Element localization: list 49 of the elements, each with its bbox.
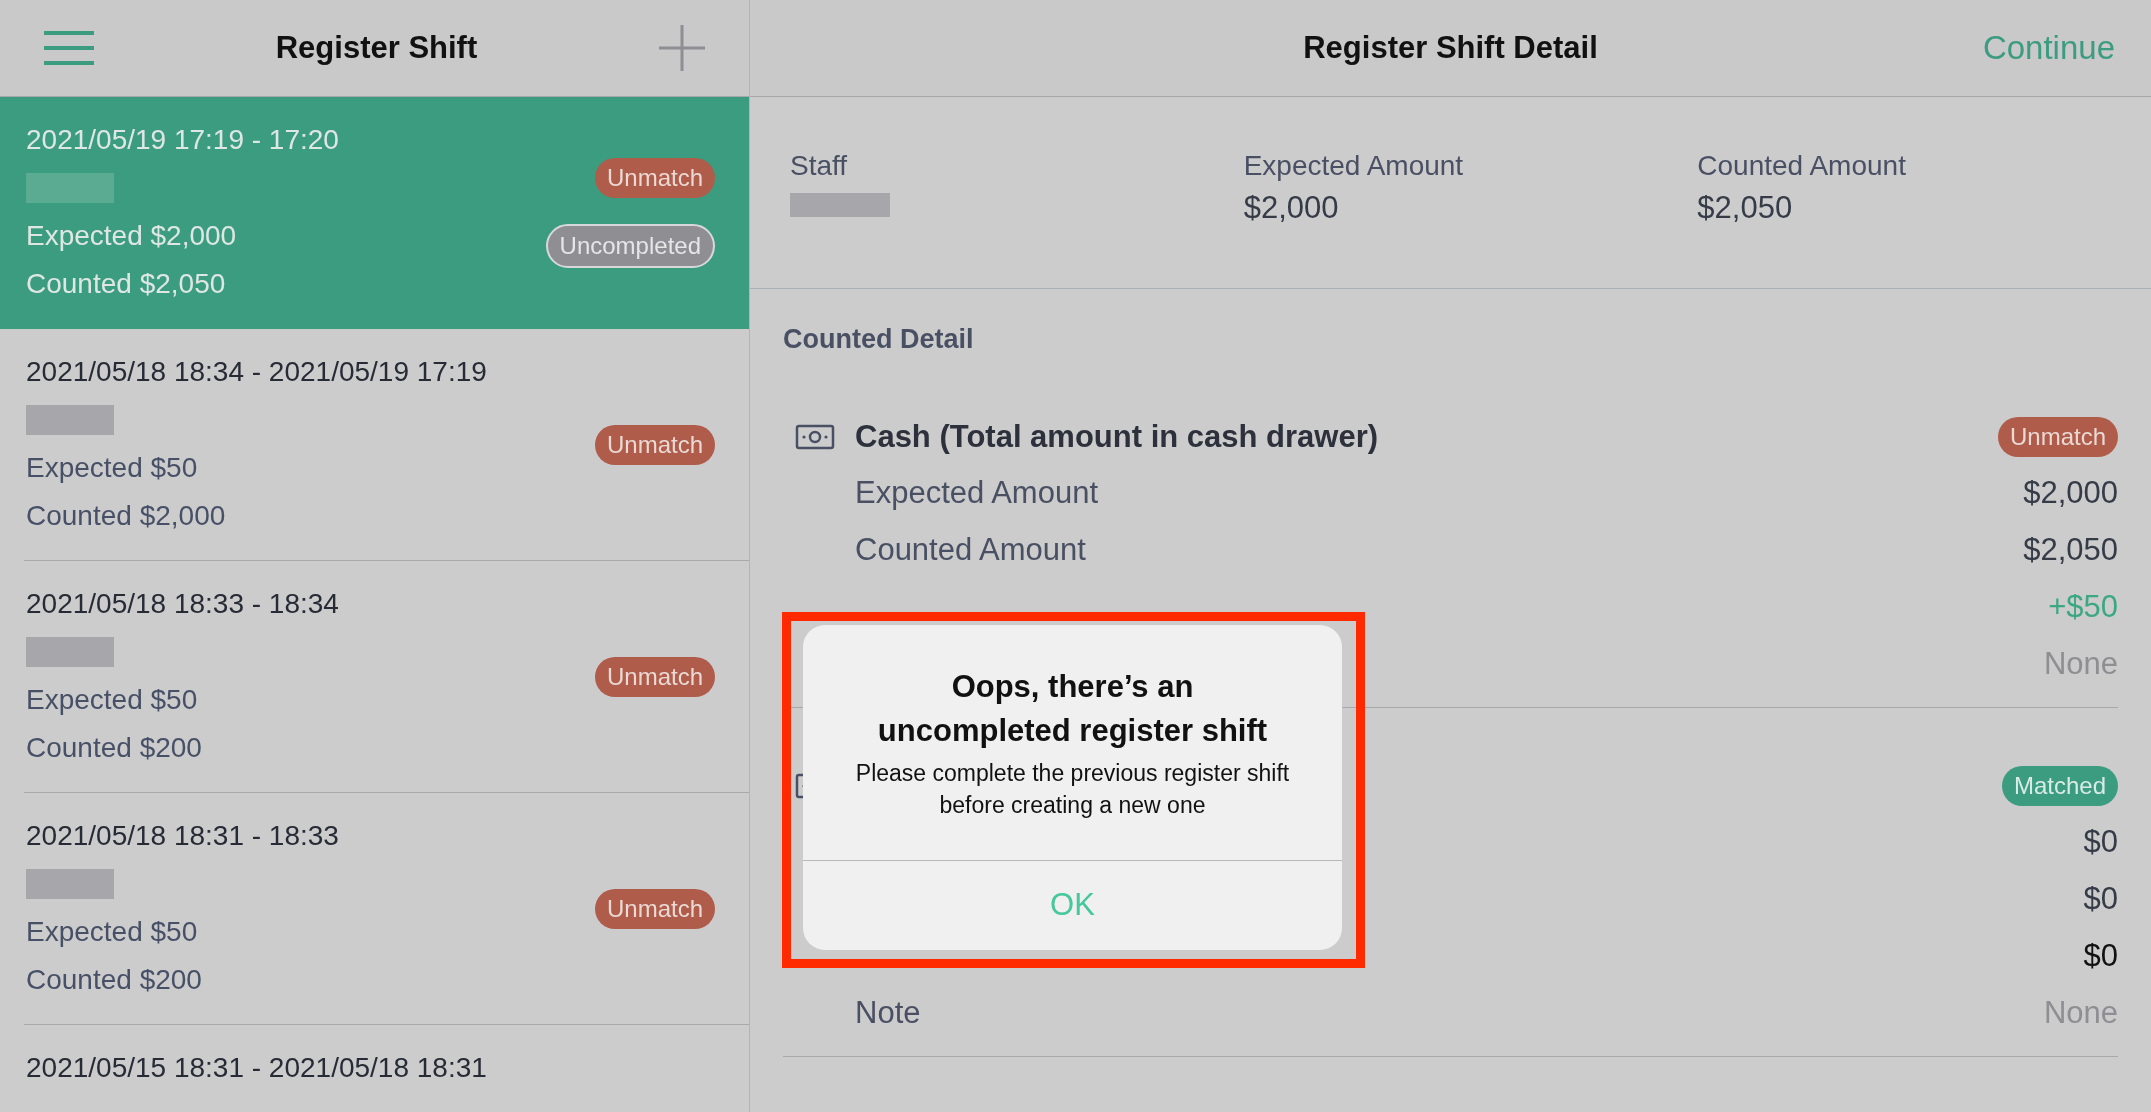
counted-amount: Counted $200: [26, 963, 203, 997]
row-label: Note: [855, 994, 921, 1033]
shift-list-item[interactable]: 2021/05/18 18:34 - 2021/05/19 17:19 Expected $50 Counted $2,000 Unmatch: [24, 329, 749, 561]
section-title: Counted Detail: [783, 323, 975, 356]
summary-value: $2,050: [1697, 189, 1794, 227]
row-value: $2,050: [2023, 531, 2118, 570]
row-value: None: [2043, 645, 2118, 684]
shift-period: 2021/05/19 17:19 - 17:20: [26, 123, 339, 157]
counted-amount: Counted $200: [26, 731, 203, 765]
shift-list-item[interactable]: 2021/05/15 18:31 - 2021/05/18 18:31: [24, 1025, 749, 1112]
summary-label: Counted Amount: [1697, 149, 1907, 183]
row-label: Counted Amount: [855, 531, 1086, 570]
shift-period: 2021/05/18 18:31 - 18:33: [26, 819, 339, 853]
status-badge: Unmatch: [594, 424, 715, 465]
group-title: Cash (Total amount in cash drawer): [855, 417, 1380, 456]
alert-message: Please complete the previous register shift before creating a new one: [854, 758, 1291, 820]
add-icon[interactable]: [659, 25, 705, 71]
expected-amount: Expected $50: [26, 451, 199, 485]
summary-value: $2,000: [1243, 189, 1340, 227]
shift-period: 2021/05/15 18:31 - 2021/05/18 18:31: [26, 1051, 487, 1085]
counted-amount: Counted $2,000: [26, 499, 227, 533]
summary-label: Staff: [790, 149, 849, 183]
row-value: $0: [2083, 937, 2118, 976]
shift-period: 2021/05/18 18:34 - 2021/05/19 17:19: [26, 355, 487, 389]
status-badge: Uncompleted: [545, 224, 715, 268]
shift-list-item[interactable]: 2021/05/18 18:33 - 18:34 Expected $50 Counted $200 Unmatch: [24, 561, 749, 793]
status-badge: Unmatch: [1997, 417, 2118, 457]
menu-icon[interactable]: [44, 31, 94, 65]
row-value: None: [2043, 994, 2118, 1033]
row-value: $0: [2083, 823, 2118, 862]
expected-amount: Expected $2,000: [26, 219, 238, 253]
summary-label: Expected Amount: [1243, 149, 1465, 183]
row-value: $0: [2083, 880, 2118, 919]
row-label: Expected Amount: [855, 474, 1098, 513]
expected-amount: Expected $50: [26, 683, 199, 717]
row-value: $2,000: [2023, 474, 2118, 513]
status-badge: Unmatch: [594, 656, 715, 697]
status-badge: Unmatch: [594, 158, 715, 198]
expected-amount: Expected $50: [26, 915, 199, 949]
alert-title: Oops, there’s an uncompleted register shift: [877, 668, 1268, 748]
status-badge: Unmatch: [594, 888, 715, 929]
banknote-icon: [795, 423, 835, 451]
row-value: +$50: [2048, 588, 2118, 627]
shift-list-item[interactable]: 2021/05/18 18:31 - 18:33 Expected $50 Counted $200 Unmatch: [24, 793, 749, 1025]
sidebar-title: Register Shift: [275, 28, 478, 67]
shift-period: 2021/05/18 18:33 - 18:34: [26, 587, 339, 621]
counted-amount: Counted $2,050: [26, 267, 227, 301]
status-badge: Matched: [2001, 766, 2118, 806]
detail-title: Register Shift Detail: [1303, 28, 1598, 67]
